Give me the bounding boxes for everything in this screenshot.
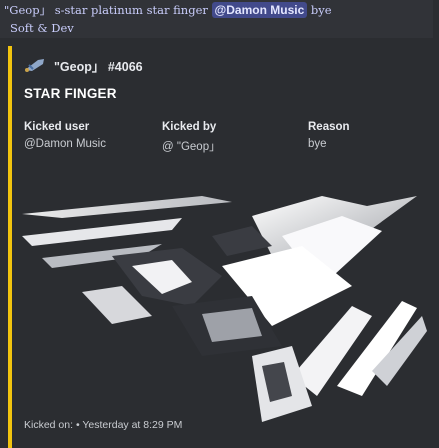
message-prefix: "Geop」 s-star platinum star finger	[4, 3, 208, 17]
field-value: bye	[308, 138, 327, 150]
subline-text: Soft & Dev	[10, 21, 74, 35]
embed-title: STAR FINGER	[24, 86, 117, 101]
embed-author-name[interactable]: "Geop」 #4066	[54, 56, 143, 75]
embed-image	[22, 196, 427, 422]
field-name: Kicked by	[162, 121, 217, 133]
scrollbar[interactable]	[433, 0, 439, 448]
message-subline: Soft & Dev	[0, 20, 439, 38]
field-name: Kicked user	[24, 121, 90, 133]
field-kicked-by: Kicked by @ "Geop」	[162, 121, 221, 154]
field-name: Reason	[308, 121, 350, 133]
field-value[interactable]: @ "Geop」	[162, 138, 221, 154]
message-text: "Geop」 s-star platinum star finger @Damo…	[0, 0, 439, 20]
message-suffix: bye	[310, 3, 332, 17]
embed-author: "Geop」 #4066	[24, 56, 143, 74]
embed-footer: Kicked on: • Yesterday at 8:29 PM	[24, 419, 183, 431]
user-mention[interactable]: @Damon Music	[211, 2, 308, 18]
kick-embed: "Geop」 #4066 STAR FINGER Kicked user @Da…	[8, 46, 439, 448]
sword-icon	[25, 59, 44, 72]
field-kicked-user: Kicked user @Damon Music	[24, 121, 106, 150]
field-reason: Reason bye	[308, 121, 350, 150]
field-value[interactable]: @Damon Music	[24, 138, 106, 150]
